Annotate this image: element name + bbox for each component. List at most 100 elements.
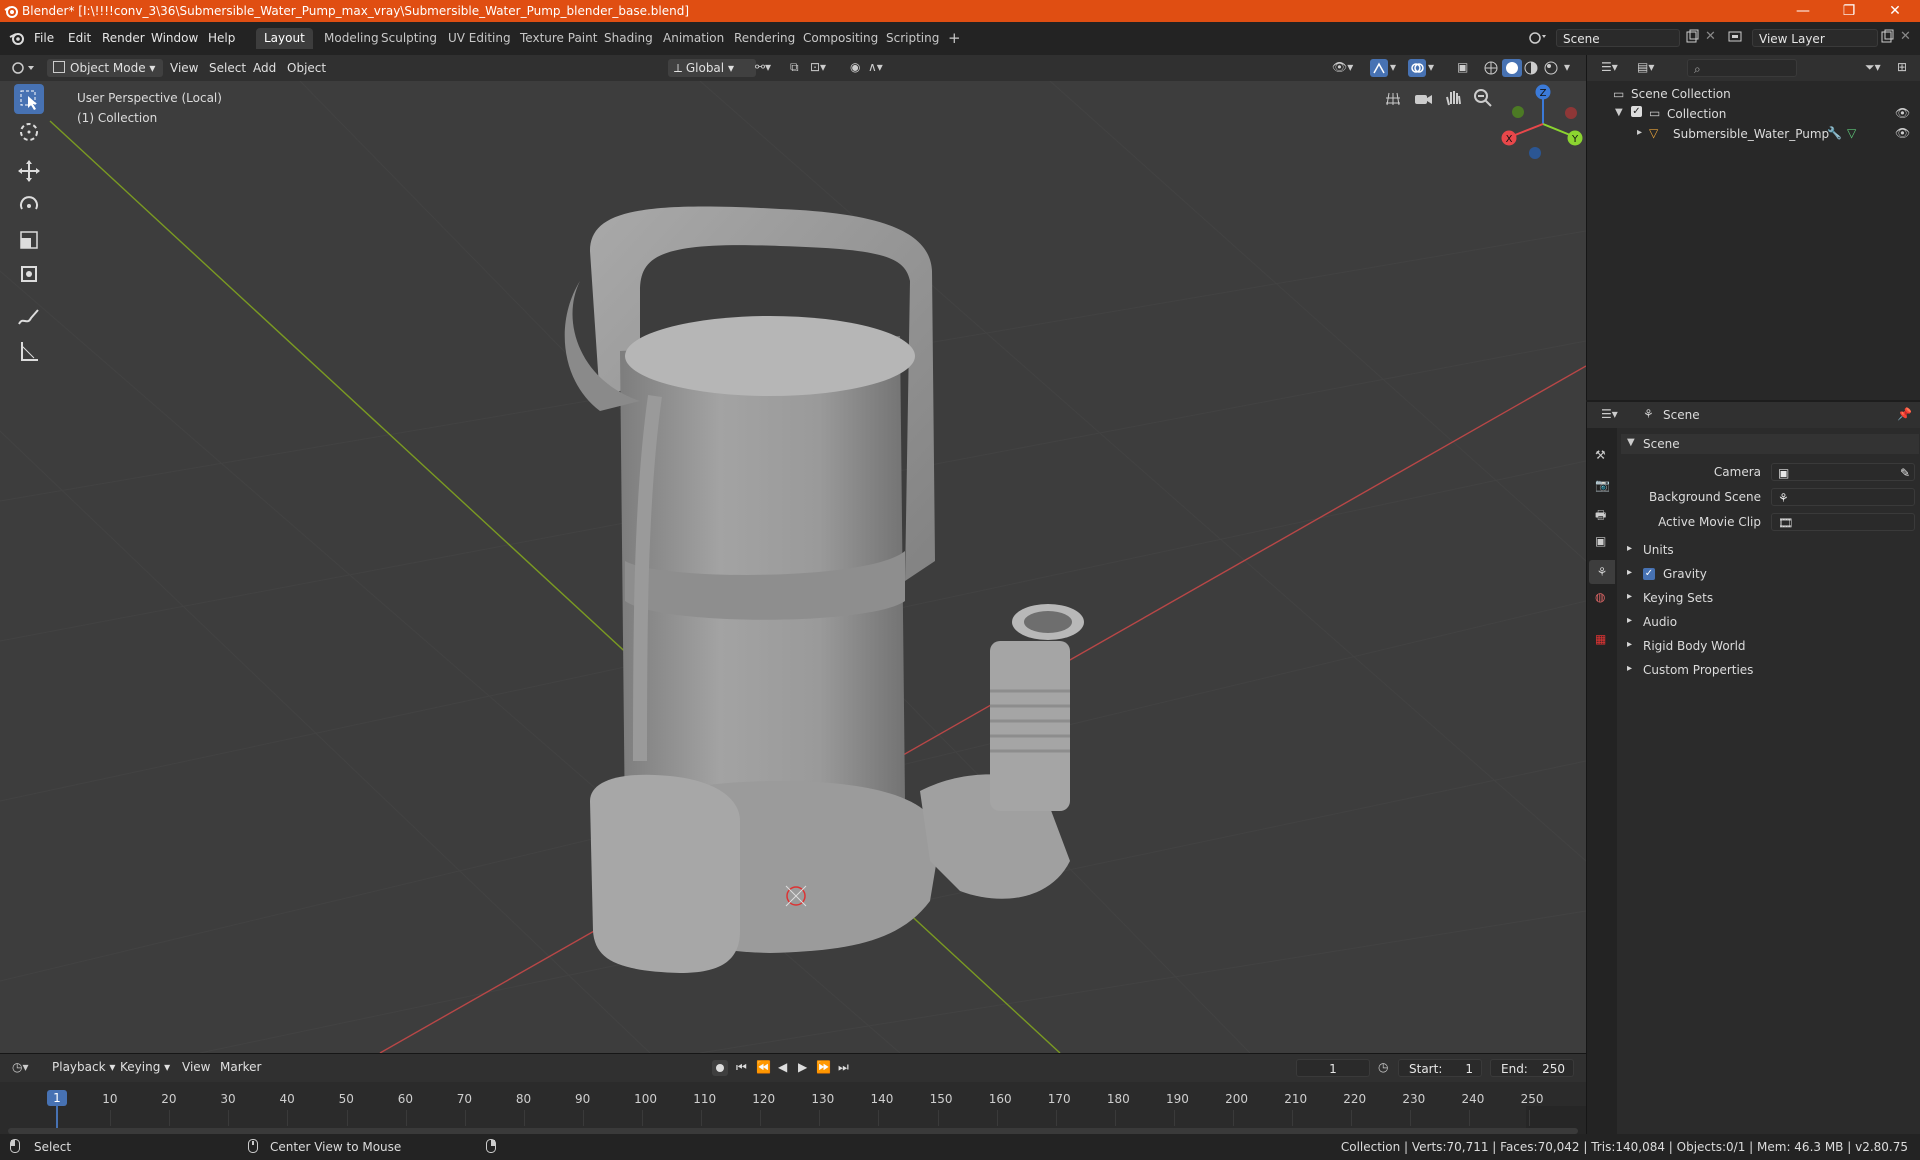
playhead-frame[interactable]: 1 — [47, 1090, 67, 1106]
current-frame-field[interactable]: 1 — [1296, 1059, 1370, 1077]
3d-viewport[interactable]: User Perspective (Local) (1) Collection … — [0, 81, 1586, 1053]
overlays-dropdown-icon[interactable]: ▾ — [1428, 60, 1434, 74]
collection-expand-icon[interactable]: ▼ — [1615, 107, 1623, 118]
menu-add[interactable]: Add — [247, 59, 282, 77]
gravity-checkbox[interactable]: ✓ — [1643, 568, 1655, 580]
editor-type-icon[interactable] — [10, 60, 36, 79]
delete-view-layer-icon[interactable]: ✕ — [1900, 29, 1911, 44]
blender-menu-icon[interactable] — [9, 31, 25, 48]
jump-end-icon[interactable]: ⏭ — [838, 1060, 849, 1075]
panel-units[interactable]: ▸ Units — [1621, 540, 1919, 560]
collection-checkbox[interactable]: ✓ — [1631, 106, 1642, 117]
move-tool-icon[interactable] — [14, 156, 44, 186]
end-frame-field[interactable]: End: 250 — [1490, 1059, 1574, 1077]
proportional-edit-icon[interactable]: ◉ — [850, 60, 860, 74]
background-scene-field[interactable]: ⚘ — [1771, 488, 1915, 506]
navigation-gizmo[interactable]: Z Y X — [1498, 81, 1586, 169]
tab-view-layer-icon[interactable]: ▣ — [1595, 534, 1606, 548]
scale-tool-icon[interactable] — [14, 225, 44, 255]
panel-keying-sets[interactable]: ▸ Keying Sets — [1621, 588, 1919, 608]
new-view-layer-icon[interactable] — [1880, 29, 1894, 47]
tab-texture-paint[interactable]: Texture Paint — [512, 28, 605, 49]
menu-marker[interactable]: Marker — [214, 1058, 267, 1076]
overlays-toggle-icon[interactable] — [1408, 59, 1426, 77]
annotate-tool-icon[interactable] — [14, 302, 44, 332]
camera-field[interactable]: ▣ ✎ — [1771, 463, 1915, 481]
view-layer-browse-icon[interactable] — [1727, 29, 1749, 48]
tab-output-icon[interactable]: 🖶 — [1595, 506, 1606, 527]
jump-keyframe-forward-icon[interactable]: ⏩ — [816, 1060, 831, 1074]
transform-orientation-dropdown[interactable]: ⟂ Global ▾ — [668, 59, 756, 77]
eyedropper-icon[interactable]: ✎ — [1900, 464, 1910, 482]
menu-keying[interactable]: Keying ▾ — [114, 1058, 176, 1076]
object-expand-icon[interactable]: ▸ — [1637, 127, 1642, 138]
menu-timeline-view[interactable]: View — [176, 1058, 216, 1076]
panel-audio[interactable]: ▸ Audio — [1621, 612, 1919, 632]
tab-compositing[interactable]: Compositing — [795, 28, 886, 49]
pan-view-hand-icon[interactable] — [1442, 87, 1464, 109]
measure-tool-icon[interactable] — [14, 336, 44, 366]
tab-uv-editing[interactable]: UV Editing — [440, 28, 519, 49]
timeline-track[interactable]: 1 10 20 30 40 50 60 70 80 90 100 110 120 130 140 150 16… — [0, 1082, 1586, 1135]
tab-tool-icon[interactable]: ⚒ — [1595, 448, 1606, 462]
play-icon[interactable]: ▶ — [798, 1060, 807, 1074]
panel-custom-properties[interactable]: ▸ Custom Properties — [1621, 660, 1919, 680]
tab-animation[interactable]: Animation — [655, 28, 732, 49]
object-visibility-eye-icon[interactable]: 👁 — [1895, 126, 1910, 140]
outliner-search-input[interactable]: ⌕ — [1687, 59, 1797, 77]
outliner-editor-type-icon[interactable]: ☰▾ — [1601, 60, 1618, 74]
tab-sculpting[interactable]: Sculpting — [373, 28, 445, 49]
panel-rigid-body-world[interactable]: ▸ Rigid Body World — [1621, 636, 1919, 656]
menu-edit[interactable]: Edit — [68, 31, 91, 45]
pivot-point-icon[interactable]: ⚯▾ — [755, 60, 771, 74]
menu-render[interactable]: Render — [102, 31, 145, 45]
camera-view-icon[interactable] — [1412, 87, 1434, 109]
collection-visibility-eye-icon[interactable]: 👁 — [1895, 106, 1910, 120]
close-button[interactable]: ✕ — [1872, 0, 1918, 22]
menu-help[interactable]: Help — [208, 31, 235, 45]
tab-world-icon[interactable]: ◍ — [1595, 590, 1605, 604]
panel-gravity[interactable]: ▸ ✓ Gravity — [1621, 564, 1919, 584]
add-workspace-button[interactable]: + — [940, 28, 969, 49]
tab-scene-icon[interactable]: ⚘ — [1589, 560, 1615, 584]
scene-browse-icon[interactable] — [1528, 29, 1548, 48]
modifier-wrench-icon[interactable]: 🔧 — [1827, 126, 1842, 140]
menu-playback[interactable]: Playback ▾ — [46, 1058, 121, 1076]
gizmo-toggle-icon[interactable] — [1370, 59, 1388, 77]
menu-file[interactable]: File — [34, 31, 54, 45]
outliner-object-pump[interactable]: Submersible_Water_Pump — [1673, 127, 1829, 141]
toggle-ortho-icon[interactable] — [1382, 87, 1404, 109]
minimize-button[interactable]: — — [1780, 0, 1826, 22]
snap-target-icon[interactable]: ⊡▾ — [810, 60, 826, 74]
shading-solid-icon[interactable] — [1502, 59, 1522, 77]
new-scene-icon[interactable] — [1685, 29, 1699, 47]
snap-icon[interactable]: ⧉ — [790, 60, 799, 75]
properties-editor-type-icon[interactable]: ☰▾ — [1601, 407, 1618, 421]
preview-range-icon[interactable]: ◷ — [1378, 1060, 1388, 1074]
maximize-button[interactable]: ❐ — [1826, 0, 1872, 22]
proportional-falloff-icon[interactable]: ∧▾ — [868, 60, 883, 74]
timeline-editor-type-icon[interactable]: ◷▾ — [12, 1060, 29, 1074]
shading-dropdown-icon[interactable]: ▾ — [1564, 60, 1570, 74]
menu-view[interactable]: View — [164, 59, 204, 77]
tab-texture-icon[interactable]: ▦ — [1595, 632, 1606, 646]
scene-name-field[interactable]: Scene — [1556, 29, 1680, 47]
tab-shading[interactable]: Shading — [596, 28, 661, 49]
tab-rendering[interactable]: Rendering — [726, 28, 803, 49]
tab-scripting[interactable]: Scripting — [878, 28, 947, 49]
menu-object[interactable]: Object — [281, 59, 332, 77]
object-mode-dropdown[interactable]: Object Mode ▾ — [47, 59, 163, 77]
mesh-data-icon[interactable]: ▽ — [1847, 126, 1856, 140]
pin-icon[interactable]: 📌 — [1897, 407, 1912, 421]
shading-wireframe-icon[interactable] — [1482, 59, 1502, 77]
display-mode-icon[interactable]: ▤▾ — [1637, 60, 1654, 74]
record-button[interactable] — [712, 1060, 728, 1076]
shading-material-icon[interactable] — [1522, 59, 1542, 77]
menu-window[interactable]: Window — [151, 31, 198, 45]
scene-section-header[interactable]: ▼ Scene — [1621, 434, 1919, 454]
play-reverse-icon[interactable]: ◀ — [778, 1060, 787, 1074]
filter-icon[interactable]: ⏷▾ — [1865, 60, 1881, 75]
rotate-tool-icon[interactable] — [14, 191, 44, 221]
tab-render-icon[interactable]: 📷 — [1595, 478, 1610, 492]
gizmo-dropdown-icon[interactable]: ▾ — [1390, 60, 1396, 74]
